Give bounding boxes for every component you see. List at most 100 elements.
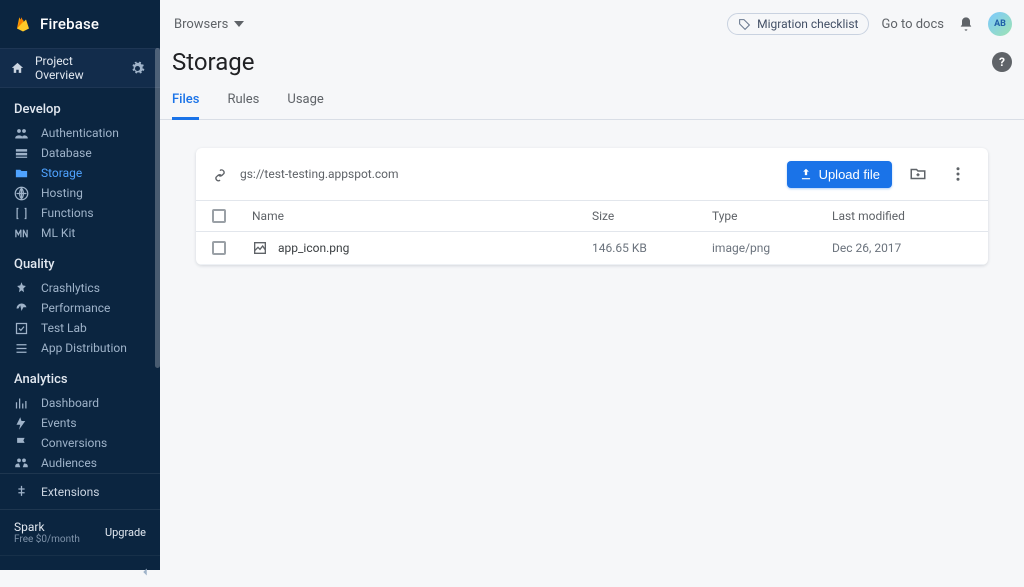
sidebar-item-crashlytics[interactable]: Crashlytics — [0, 278, 160, 298]
settings-button[interactable] — [124, 55, 150, 81]
files-card: gs://test-testing.appspot.com Upload fil… — [196, 148, 988, 265]
project-overview-row: Project Overview — [0, 48, 160, 88]
file-name-cell[interactable]: app_icon.png — [252, 240, 592, 256]
scrollbar-thumb[interactable] — [155, 48, 160, 368]
tag-icon — [738, 18, 751, 31]
content: gs://test-testing.appspot.com Upload fil… — [160, 120, 1024, 293]
project-picker[interactable]: Browsers — [172, 13, 246, 36]
sidebar-item-mlkit[interactable]: ML Kit — [0, 223, 160, 243]
col-name[interactable]: Name — [252, 209, 592, 223]
extension-icon — [14, 484, 29, 499]
topbar: Browsers Migration checklist Go to docs … — [160, 0, 1024, 48]
collapse-sidebar-button[interactable] — [0, 555, 160, 587]
sidebar-item-label: Storage — [41, 166, 82, 180]
plan-name: Spark — [14, 520, 80, 534]
file-type: image/png — [712, 241, 832, 255]
sidebar-item-events[interactable]: Events — [0, 413, 160, 433]
bell-icon — [958, 16, 974, 32]
sidebar-item-label: Authentication — [41, 126, 119, 140]
firebase-logo-icon — [14, 15, 32, 33]
new-folder-button[interactable] — [904, 160, 932, 188]
upload-label: Upload file — [819, 167, 880, 182]
tab-files[interactable]: Files — [172, 92, 199, 120]
upgrade-button[interactable]: Upgrade — [105, 526, 146, 539]
row-checkbox[interactable] — [212, 241, 226, 255]
sidebar-item-conversions[interactable]: Conversions — [0, 433, 160, 453]
distribute-icon — [14, 341, 29, 356]
file-modified: Dec 26, 2017 — [832, 241, 972, 255]
sidebar-item-audiences[interactable]: Audiences — [0, 453, 160, 473]
sidebar-item-hosting[interactable]: Hosting — [0, 183, 160, 203]
home-icon — [10, 61, 25, 76]
link-icon — [212, 166, 228, 182]
project-overview-link[interactable]: Project Overview — [10, 54, 124, 82]
page-header: Storage ? — [160, 48, 1024, 76]
sidebar-item-label: Test Lab — [41, 321, 87, 335]
crash-icon — [14, 281, 29, 296]
chart-icon — [14, 396, 29, 411]
table-header: Name Size Type Last modified — [196, 200, 988, 232]
sidebar-item-testlab[interactable]: Test Lab — [0, 318, 160, 338]
section-analytics-title: Analytics — [0, 358, 160, 393]
select-all-checkbox[interactable] — [212, 209, 226, 223]
brand-name: Firebase — [40, 15, 99, 33]
sidebar-item-authentication[interactable]: Authentication — [0, 123, 160, 143]
file-name: app_icon.png — [278, 241, 349, 255]
ml-icon — [14, 226, 29, 241]
caret-down-icon — [234, 19, 244, 29]
app-root: Firebase Project Overview Develop Authen… — [0, 0, 1024, 570]
upload-file-button[interactable]: Upload file — [787, 161, 892, 188]
sidebar-item-dashboard[interactable]: Dashboard — [0, 393, 160, 413]
tabs: Files Rules Usage — [160, 76, 1024, 120]
sidebar-item-label: ML Kit — [41, 226, 75, 240]
sidebar-inner: Firebase Project Overview Develop Authen… — [0, 0, 160, 587]
docs-link[interactable]: Go to docs — [881, 17, 944, 32]
sidebar-item-storage[interactable]: Storage — [0, 163, 160, 183]
sidebar-item-label: Dashboard — [41, 396, 99, 410]
image-icon — [252, 240, 268, 256]
sidebar-item-appdist[interactable]: App Distribution — [0, 338, 160, 358]
gauge-icon — [14, 301, 29, 316]
page-title: Storage — [172, 48, 254, 76]
sidebar-item-functions[interactable]: Functions — [0, 203, 160, 223]
table-row[interactable]: app_icon.png 146.65 KB image/png Dec 26,… — [196, 232, 988, 265]
help-button[interactable]: ? — [992, 52, 1012, 72]
sidebar-scrollbar[interactable] — [154, 48, 160, 587]
col-modified[interactable]: Last modified — [832, 209, 972, 223]
overflow-menu-button[interactable] — [944, 160, 972, 188]
sidebar-item-label: Events — [41, 416, 77, 430]
plan-sub: Free $0/month — [14, 534, 80, 545]
col-type[interactable]: Type — [712, 209, 832, 223]
users-icon — [14, 126, 29, 141]
sidebar-item-label: Hosting — [41, 186, 83, 200]
flag-icon — [14, 436, 29, 451]
folder-icon — [14, 166, 29, 181]
notifications-button[interactable] — [956, 14, 976, 34]
file-size: 146.65 KB — [592, 241, 712, 255]
section-develop-title: Develop — [0, 88, 160, 123]
audience-icon — [14, 456, 29, 471]
sidebar: Firebase Project Overview Develop Authen… — [0, 0, 160, 570]
project-overview-label: Project Overview — [35, 54, 124, 82]
chevron-left-icon — [138, 565, 152, 579]
sidebar-item-database[interactable]: Database — [0, 143, 160, 163]
sidebar-item-label: Database — [41, 146, 92, 160]
plan-info: Spark Free $0/month — [14, 520, 80, 545]
sidebar-item-label: Crashlytics — [41, 281, 100, 295]
avatar[interactable]: AB — [988, 12, 1012, 36]
brackets-icon — [14, 206, 29, 221]
tab-usage[interactable]: Usage — [287, 92, 323, 119]
tab-rules[interactable]: Rules — [227, 92, 259, 119]
gear-icon — [130, 61, 145, 76]
flash-icon — [14, 416, 29, 431]
bucket-uri: gs://test-testing.appspot.com — [240, 167, 399, 181]
sidebar-item-label: Conversions — [41, 436, 107, 450]
migration-checklist-chip[interactable]: Migration checklist — [727, 13, 869, 35]
col-size[interactable]: Size — [592, 209, 712, 223]
sidebar-item-label: Performance — [41, 301, 110, 315]
brand[interactable]: Firebase — [0, 0, 160, 48]
project-name: Browsers — [174, 17, 228, 32]
migration-label: Migration checklist — [757, 17, 858, 31]
sidebar-item-performance[interactable]: Performance — [0, 298, 160, 318]
sidebar-item-extensions[interactable]: Extensions — [0, 473, 160, 510]
